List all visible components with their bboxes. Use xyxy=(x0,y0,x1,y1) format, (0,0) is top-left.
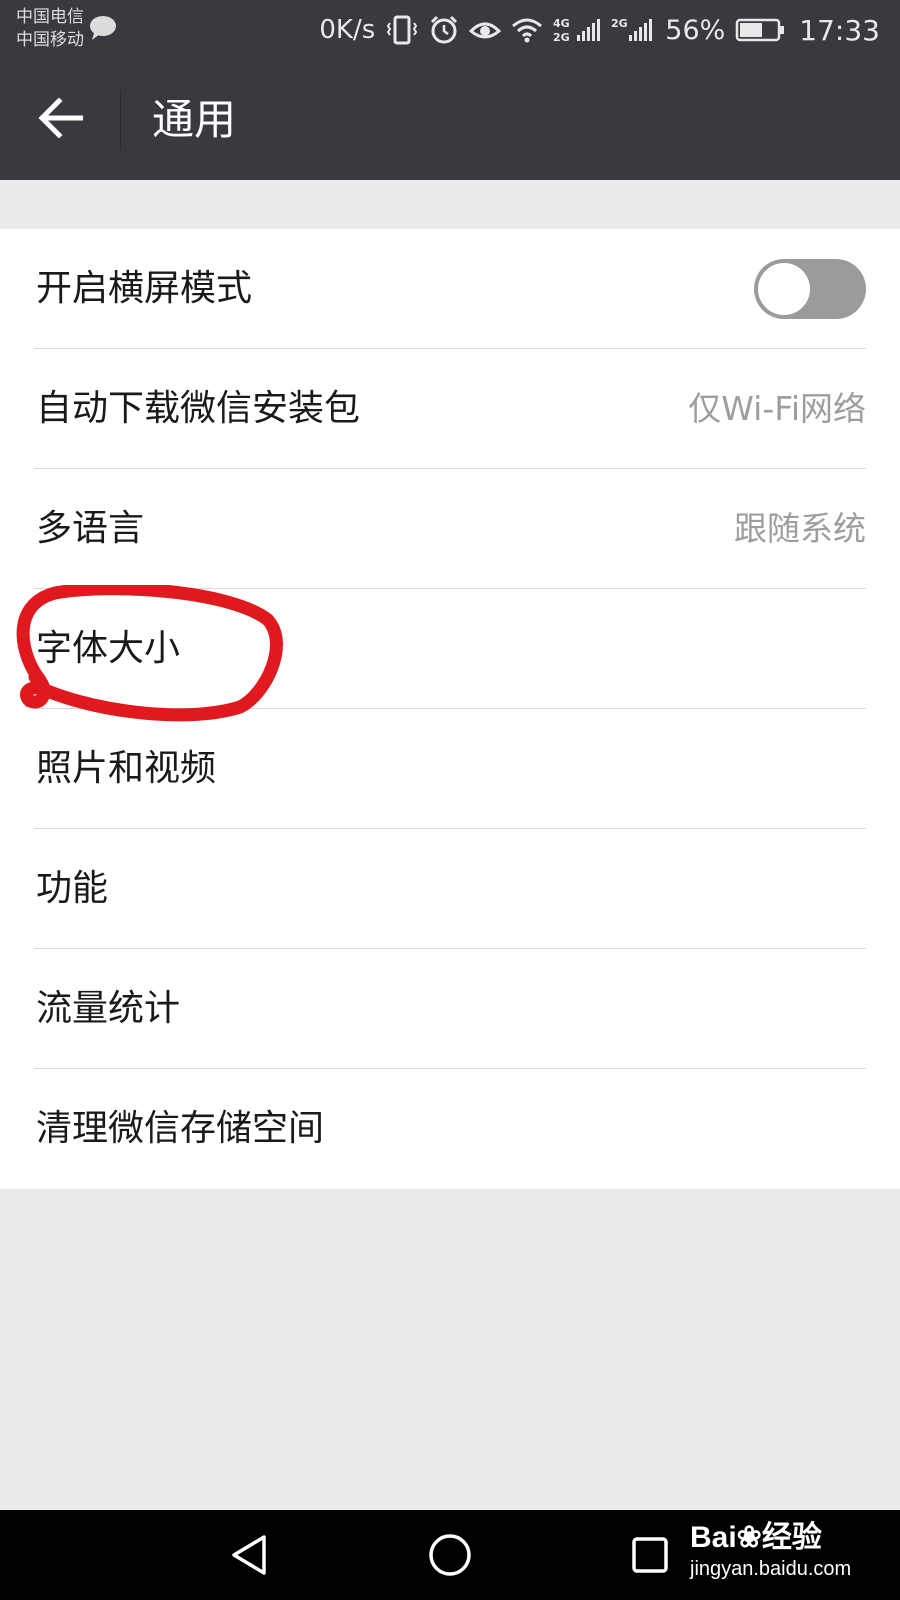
title-divider xyxy=(120,90,121,150)
setting-language[interactable]: 多语言 跟随系统 xyxy=(0,469,900,589)
setting-label: 多语言 xyxy=(36,508,145,549)
battery-percent: 56% xyxy=(665,14,726,46)
signal-label-4g: 4G xyxy=(553,17,570,30)
setting-label: 流量统计 xyxy=(36,988,181,1029)
setting-landscape-mode[interactable]: 开启横屏模式 xyxy=(0,229,900,349)
setting-label: 清理微信存储空间 xyxy=(36,1108,325,1149)
status-bar: 中国电信 中国移动 0K/s 4G 2G 2G 56% 17:33 xyxy=(0,0,900,60)
wifi-icon xyxy=(511,17,543,43)
carrier-2: 中国移动 xyxy=(16,30,84,50)
landscape-mode-toggle[interactable] xyxy=(754,259,866,319)
clock: 17:33 xyxy=(799,13,880,47)
page-title: 通用 xyxy=(152,95,237,144)
nav-recents-icon xyxy=(630,1535,670,1579)
arrow-left-icon xyxy=(37,97,84,142)
toggle-knob xyxy=(758,263,810,315)
setting-photos-videos[interactable]: 照片和视频 xyxy=(0,709,900,829)
nav-home-icon xyxy=(427,1532,473,1582)
title-bar: 通用 xyxy=(0,60,900,180)
signal-label-2g-a: 2G xyxy=(553,31,570,44)
back-button[interactable] xyxy=(30,92,90,148)
setting-font-size[interactable]: 字体大小 xyxy=(0,589,900,709)
setting-label: 自动下载微信安装包 xyxy=(36,388,361,429)
screen: 中国电信 中国移动 0K/s 4G 2G 2G 56% 17:33 通用 开启横… xyxy=(0,0,900,1600)
eye-comfort-icon xyxy=(469,17,502,43)
setting-label: 字体大小 xyxy=(36,628,181,669)
setting-label: 照片和视频 xyxy=(36,748,217,789)
status-icons: 0K/s 4G 2G 2G 56% 17:33 xyxy=(319,0,880,60)
setting-value: 仅Wi-Fi网络 xyxy=(688,389,866,428)
carrier-1: 中国电信 xyxy=(16,7,84,27)
vibrate-icon xyxy=(385,15,419,45)
setting-value: 跟随系统 xyxy=(734,509,866,548)
signal-label-2g-b: 2G xyxy=(611,17,628,30)
nav-back-icon xyxy=(228,1533,272,1581)
alarm-icon xyxy=(429,15,459,45)
setting-data-usage[interactable]: 流量统计 xyxy=(0,949,900,1069)
setting-label: 功能 xyxy=(36,868,109,909)
signal-4g-icon: 4G 2G xyxy=(553,15,601,45)
setting-label: 开启横屏模式 xyxy=(36,268,253,309)
chat-bubble-icon xyxy=(88,15,118,48)
nav-home-button[interactable] xyxy=(425,1532,475,1582)
setting-storage[interactable]: 清理微信存储空间 xyxy=(0,1069,900,1189)
nav-back-button[interactable] xyxy=(225,1532,275,1582)
carrier-info: 中国电信 中国移动 xyxy=(16,6,118,52)
navigation-bar xyxy=(0,1510,900,1600)
setting-auto-download[interactable]: 自动下载微信安装包 仅Wi-Fi网络 xyxy=(0,349,900,469)
net-speed: 0K/s xyxy=(319,15,376,45)
settings-list: 开启横屏模式 自动下载微信安装包 仅Wi-Fi网络 多语言 跟随系统 字体大小 … xyxy=(0,229,900,1189)
battery-icon xyxy=(735,17,785,43)
setting-features[interactable]: 功能 xyxy=(0,829,900,949)
nav-recents-button[interactable] xyxy=(625,1532,675,1582)
signal-2g-icon: 2G xyxy=(611,15,655,45)
